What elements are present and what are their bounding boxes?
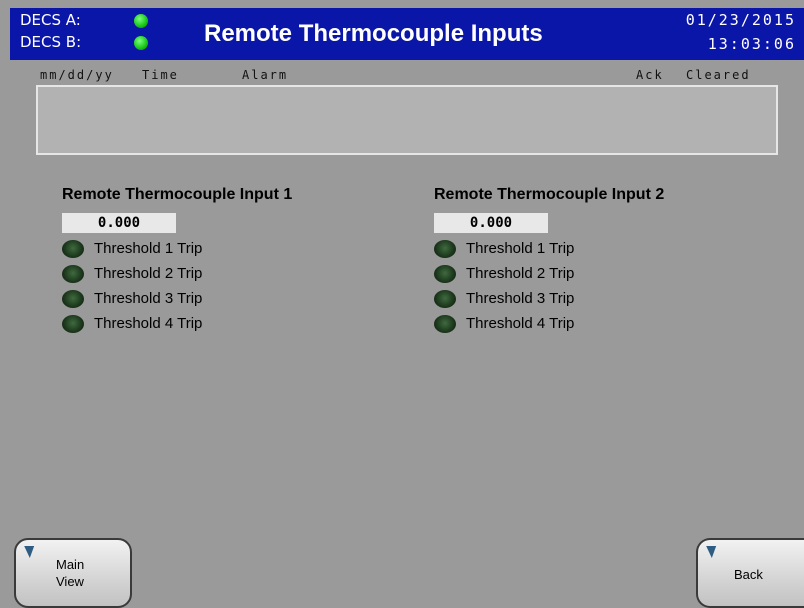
thermocouple-input-2-panel: Remote Thermocouple Input 2 0.000 Thresh… — [434, 186, 664, 336]
title-bar: DECS A: DECS B: Remote Thermocouple Inpu… — [10, 8, 804, 60]
thermocouple-input-1-panel: Remote Thermocouple Input 1 0.000 Thresh… — [62, 186, 292, 336]
main-view-label-line-1: Main — [56, 557, 85, 572]
threshold-label: Threshold 1 Trip — [94, 240, 203, 257]
input-1-threshold-3: Threshold 3 Trip — [62, 286, 292, 311]
alarm-col-cleared: Cleared — [686, 68, 751, 82]
decs-b-status-indicator — [134, 36, 148, 50]
threshold-indicator-icon — [434, 289, 456, 308]
input-1-title: Remote Thermocouple Input 1 — [62, 186, 293, 203]
threshold-indicator-icon — [62, 239, 84, 258]
threshold-label: Threshold 3 Trip — [466, 290, 575, 307]
threshold-indicator-icon — [434, 239, 456, 258]
decs-a-label: DECS A: — [20, 11, 81, 29]
input-1-threshold-4: Threshold 4 Trip — [62, 311, 292, 336]
main-view-button[interactable]: Main View — [14, 538, 132, 608]
threshold-indicator-icon — [434, 314, 456, 333]
input-2-threshold-3: Threshold 3 Trip — [434, 286, 664, 311]
threshold-indicator-icon — [62, 264, 84, 283]
back-button[interactable]: Back — [696, 538, 804, 608]
decs-a-status-indicator — [134, 14, 148, 28]
input-2-threshold-4: Threshold 4 Trip — [434, 311, 664, 336]
threshold-label: Threshold 2 Trip — [94, 265, 203, 282]
main-view-label-line-2: View — [56, 574, 84, 589]
threshold-indicator-icon — [62, 289, 84, 308]
input-2-threshold-1: Threshold 1 Trip — [434, 236, 664, 261]
page-title: Remote Thermocouple Inputs — [204, 20, 543, 47]
threshold-label: Threshold 1 Trip — [466, 240, 575, 257]
button-corner-icon — [19, 546, 35, 558]
date-display: 01/23/2015 — [685, 11, 796, 29]
threshold-label: Threshold 4 Trip — [94, 315, 203, 332]
input-2-value: 0.000 — [434, 213, 548, 233]
threshold-label: Threshold 3 Trip — [94, 290, 203, 307]
alarm-list[interactable] — [36, 85, 778, 155]
threshold-label: Threshold 2 Trip — [466, 265, 575, 282]
input-2-title: Remote Thermocouple Input 2 — [434, 186, 665, 203]
alarm-col-date: mm/dd/yy — [40, 68, 114, 82]
input-1-threshold-2: Threshold 2 Trip — [62, 261, 292, 286]
input-1-threshold-1: Threshold 1 Trip — [62, 236, 292, 261]
threshold-label: Threshold 4 Trip — [466, 315, 575, 332]
button-corner-icon — [701, 546, 717, 558]
threshold-indicator-icon — [434, 264, 456, 283]
alarm-col-alarm: Alarm — [242, 68, 289, 82]
threshold-indicator-icon — [62, 314, 84, 333]
time-display: 13:03:06 — [707, 35, 796, 53]
back-label: Back — [734, 567, 763, 582]
decs-b-label: DECS B: — [20, 33, 82, 51]
input-2-threshold-2: Threshold 2 Trip — [434, 261, 664, 286]
alarm-col-ack: Ack — [636, 68, 664, 82]
input-1-value: 0.000 — [62, 213, 176, 233]
alarm-col-time: Time — [142, 68, 179, 82]
